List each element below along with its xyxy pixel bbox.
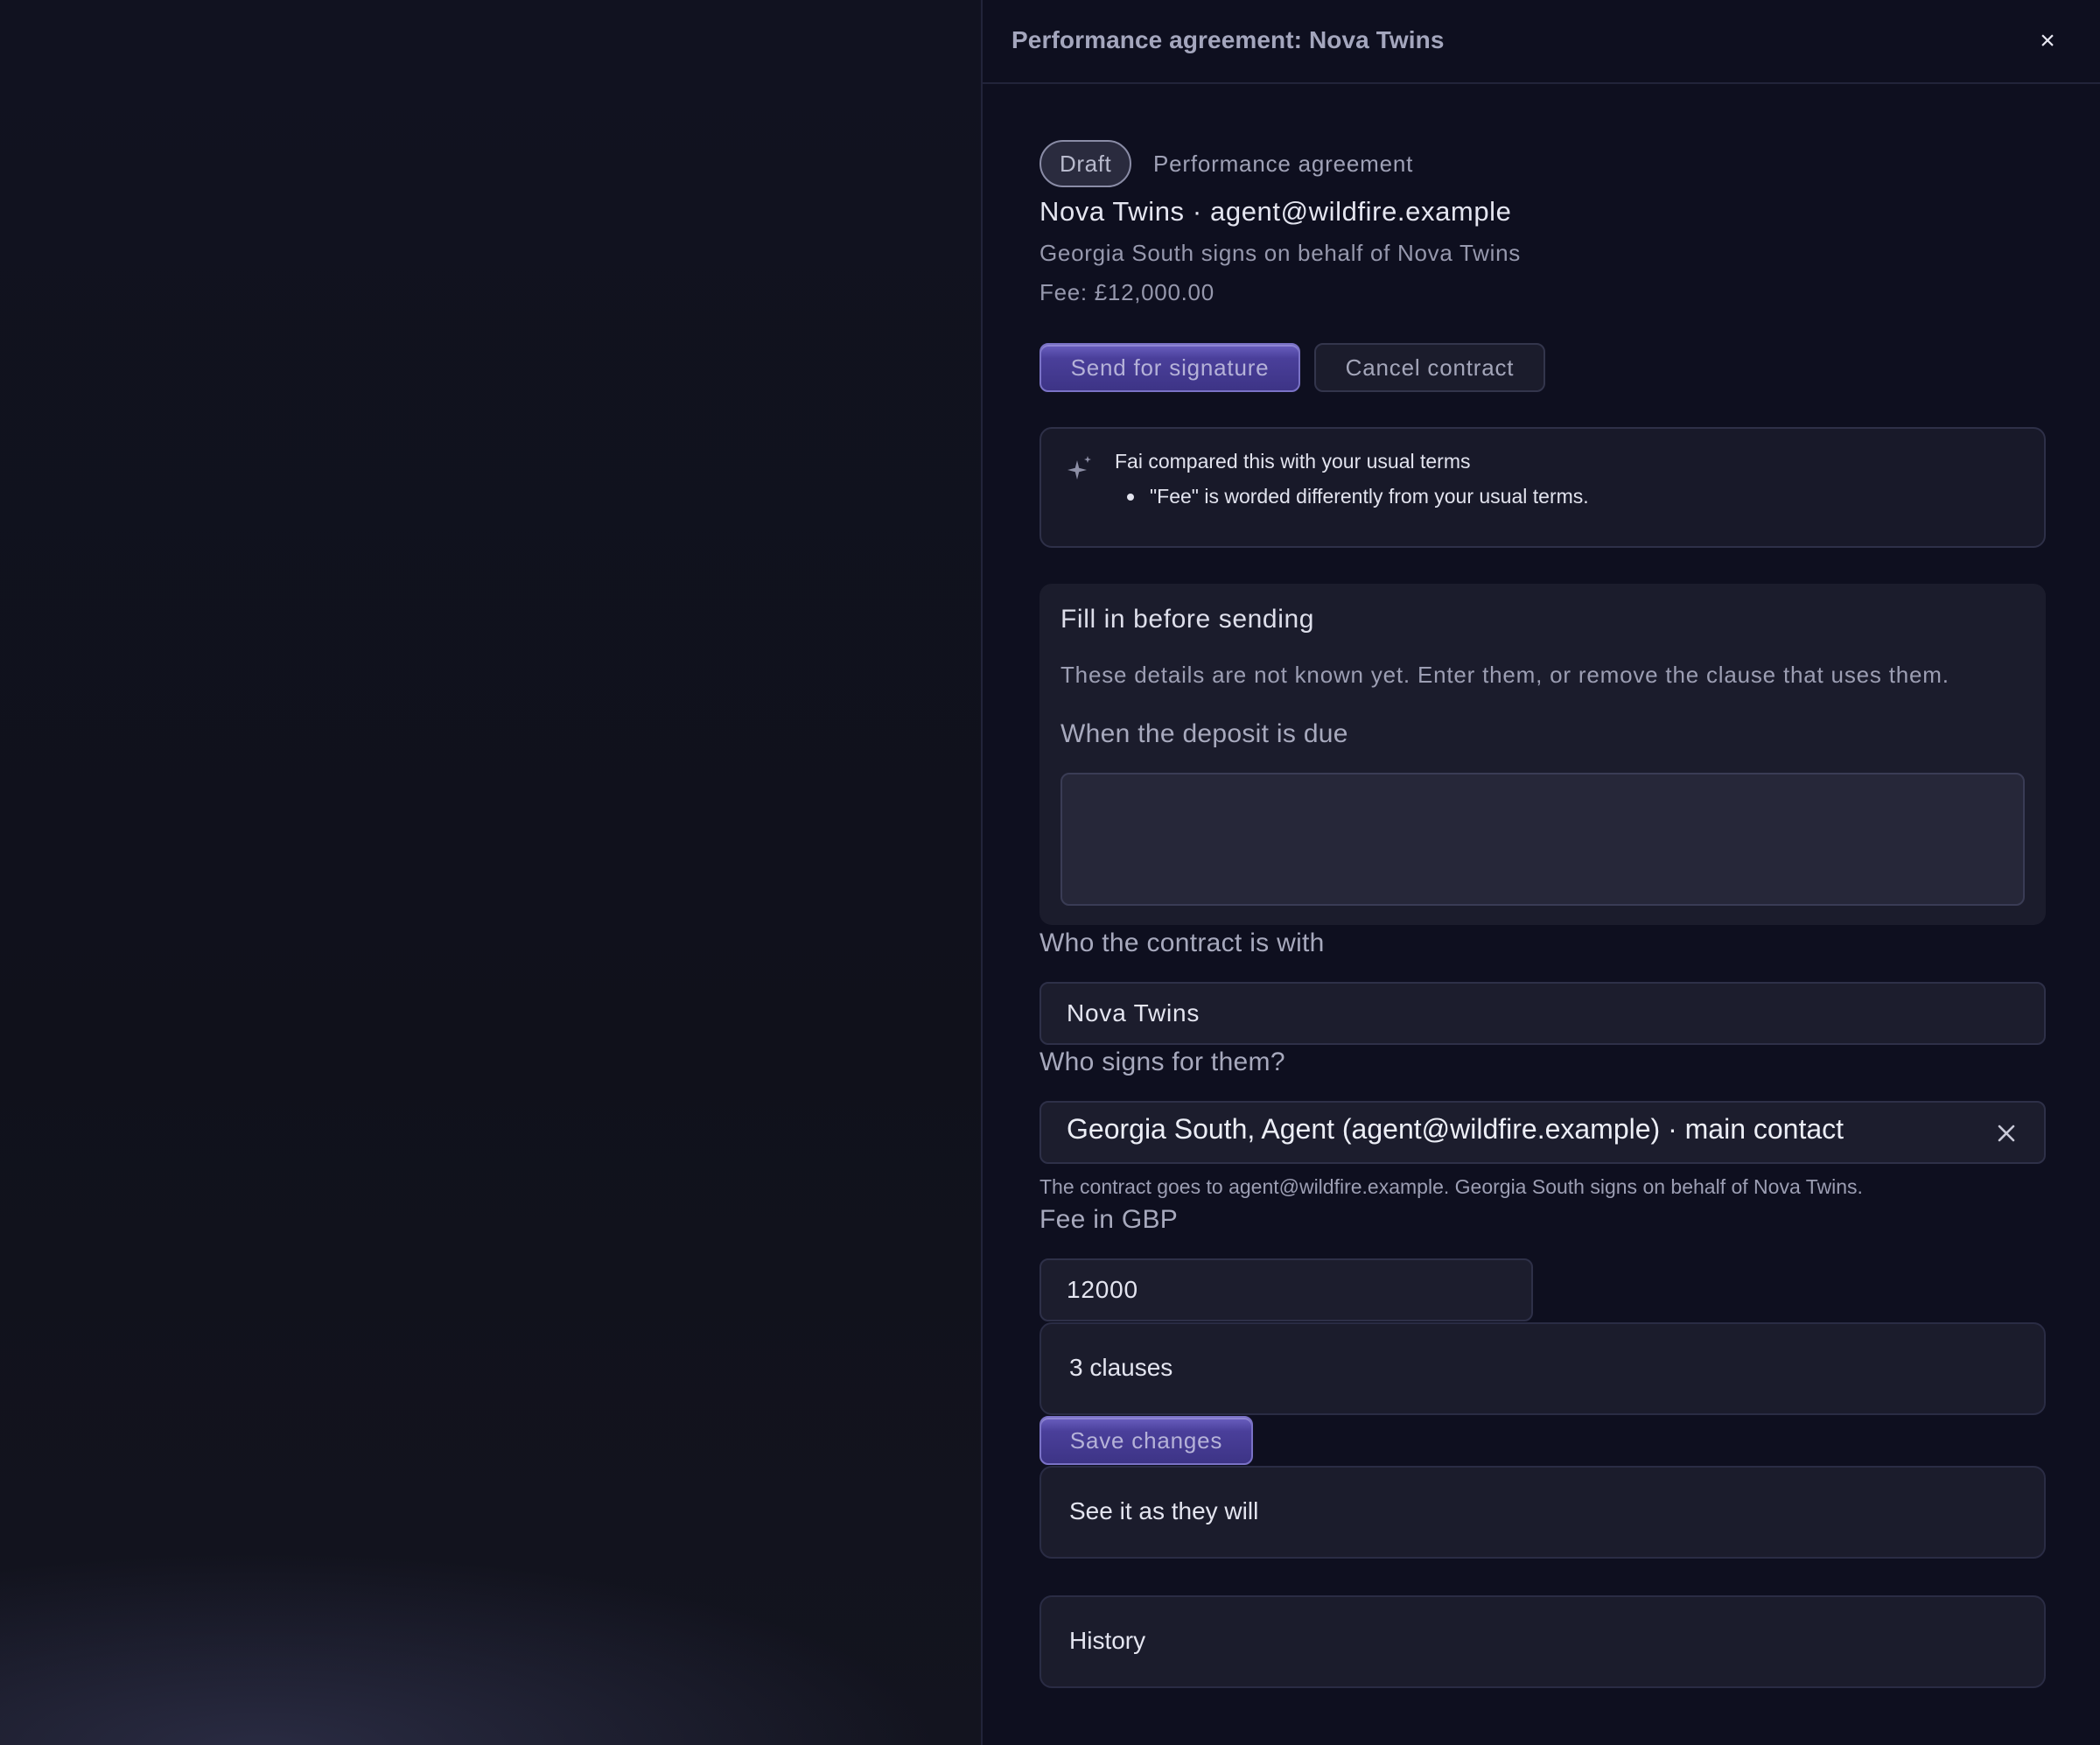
page-backdrop [0, 0, 981, 1745]
cancel-contract-button[interactable]: Cancel contract [1314, 343, 1545, 392]
ai-comparison-panel: Fai compared this with your usual terms … [1040, 427, 2046, 548]
ai-comparison-title: Fai compared this with your usual terms [1115, 450, 1471, 473]
party-input[interactable]: Nova Twins [1040, 982, 2046, 1045]
signer-line: Georgia South signs on behalf of Nova Tw… [1040, 240, 1521, 266]
signer-select[interactable]: Georgia South, Agent (agent@wildfire.exa… [1040, 1101, 2046, 1164]
send-for-signature-button[interactable]: Send for signature [1040, 343, 1300, 392]
sparkle-icon [1068, 456, 1091, 480]
drawer-header: Performance agreement: Nova Twins × [983, 0, 2100, 84]
deposit-due-label: When the deposit is due [1060, 719, 1348, 748]
signer-helper-text: The contract goes to agent@wildfire.exam… [1040, 1175, 1863, 1198]
bullet-dot [1127, 494, 1134, 501]
close-icon[interactable]: × [2033, 26, 2062, 56]
fill-in-title: Fill in before sending [1060, 605, 1315, 634]
fee-input[interactable]: 12000 [1040, 1258, 1533, 1321]
clear-icon[interactable] [1993, 1120, 2020, 1146]
contract-drawer: Performance agreement: Nova Twins × Draf… [981, 0, 2100, 1745]
history-section[interactable]: History [1040, 1595, 2046, 1688]
document-type: Performance agreement [1153, 151, 1414, 177]
signer-label: Who signs for them? [1040, 1048, 1285, 1076]
preview-label: See it as they will [1069, 1497, 1259, 1524]
status-badge: Draft [1040, 140, 1132, 187]
signer-select-value: Georgia South, Agent (agent@wildfire.exa… [1067, 1113, 1844, 1145]
deposit-due-textarea[interactable] [1060, 773, 2025, 906]
party-label: Who the contract is with [1040, 929, 1325, 957]
drawer-title: Performance agreement: Nova Twins [1012, 26, 1445, 53]
status-row: Draft Performance agreement [1040, 140, 2046, 187]
save-changes-button[interactable]: Save changes [1040, 1416, 1253, 1465]
party-line: Nova Twins · agent@wildfire.example [1040, 196, 1512, 227]
clauses-label: 3 clauses [1069, 1354, 1173, 1381]
fee-line: Fee: £12,000.00 [1040, 279, 1214, 305]
history-label: History [1069, 1627, 1146, 1654]
fee-label: Fee in GBP [1040, 1205, 1179, 1234]
fill-in-description: These details are not known yet. Enter t… [1060, 662, 1950, 688]
clauses-section[interactable]: 3 clauses [1040, 1322, 2046, 1415]
preview-section[interactable]: See it as they will [1040, 1466, 2046, 1559]
fill-in-panel: Fill in before sending These details are… [1040, 584, 2046, 925]
ai-comparison-item: "Fee" is worded differently from your us… [1150, 485, 1589, 508]
